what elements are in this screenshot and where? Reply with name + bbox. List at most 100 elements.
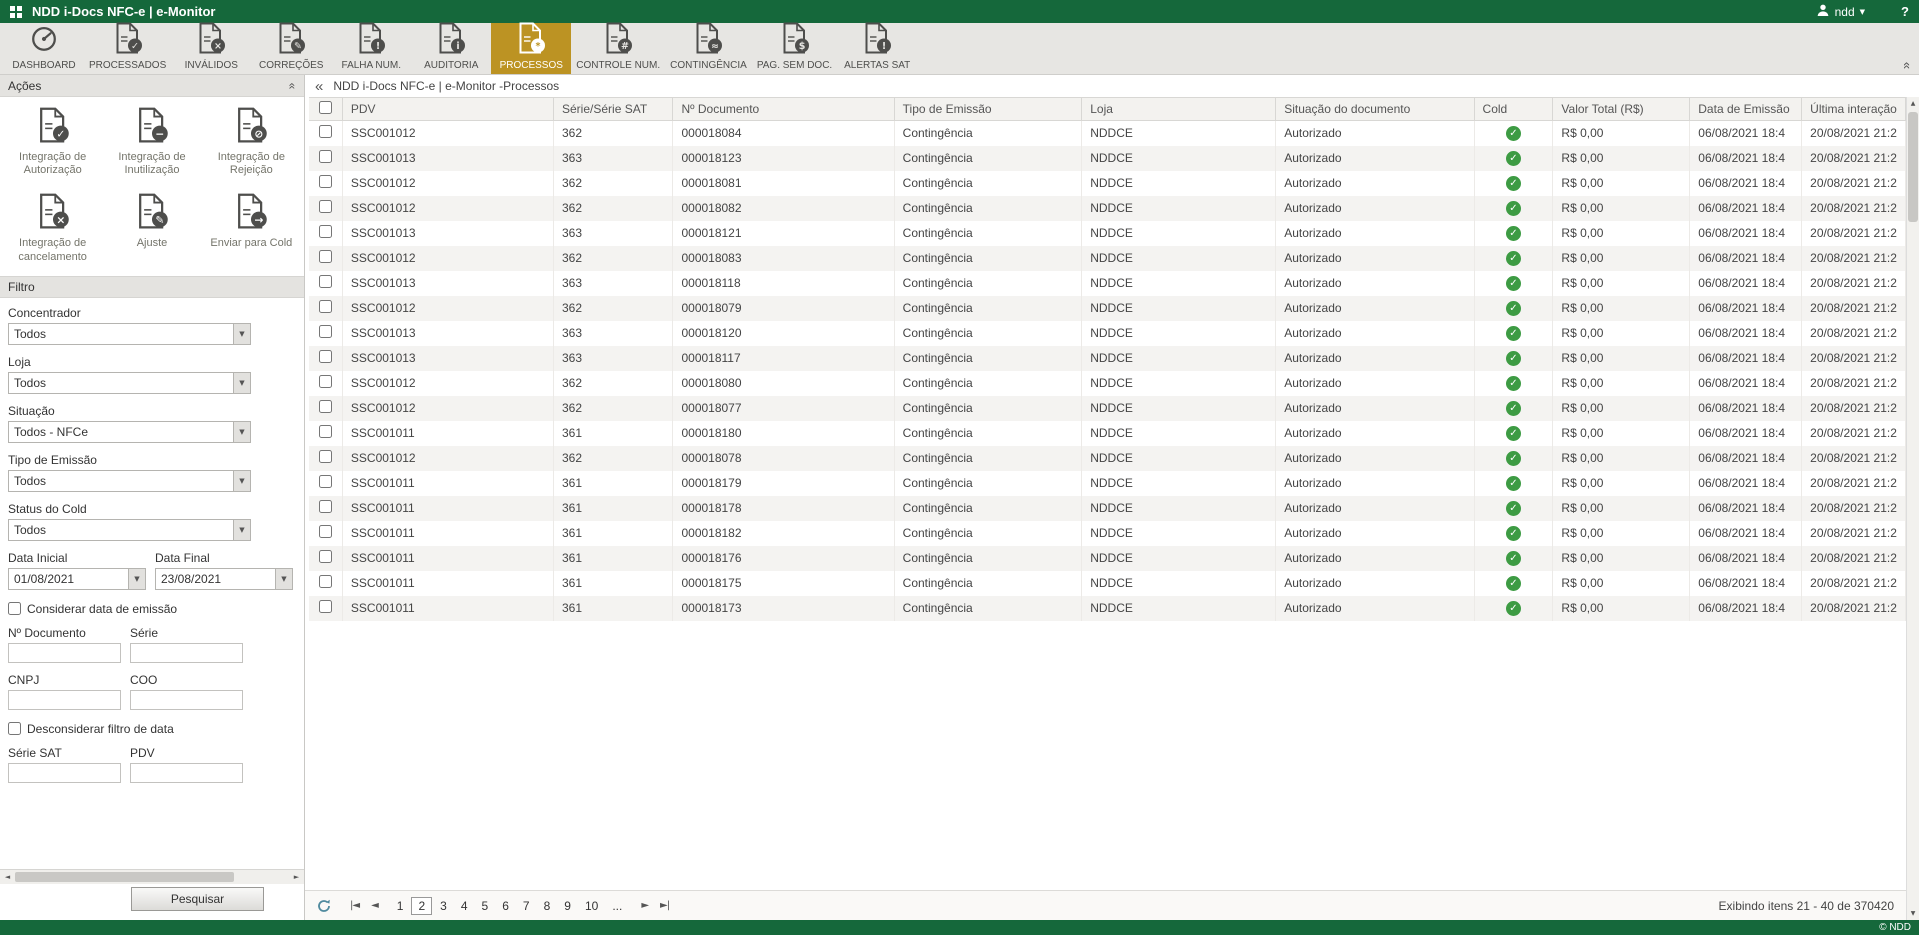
table-row[interactable]: SSC001012362000018078ContingênciaNDDCEAu…	[309, 446, 1906, 471]
refresh-button[interactable]	[317, 899, 331, 913]
page-button-3[interactable]: 3	[434, 898, 453, 914]
row-checkbox[interactable]	[319, 500, 332, 513]
collapse-actions-icon[interactable]: «	[287, 82, 299, 89]
chevron-down-icon[interactable]: ▼	[233, 324, 250, 344]
filter-select-concentrador[interactable]: Todos▼	[8, 323, 251, 345]
table-row[interactable]: SSC001012362000018077ContingênciaNDDCEAu…	[309, 396, 1906, 421]
pdv-input[interactable]	[130, 763, 243, 783]
scrollbar-thumb[interactable]	[1908, 112, 1918, 222]
toolbar-item-correcoes[interactable]: ✎CORREÇÕES	[251, 23, 331, 74]
row-checkbox[interactable]	[319, 350, 332, 363]
action-enviar-para-cold[interactable]: →Enviar para Cold	[203, 193, 300, 263]
toolbar-item-invalidos[interactable]: ×INVÁLIDOS	[171, 23, 251, 74]
table-row[interactable]: SSC001013363000018121ContingênciaNDDCEAu…	[309, 221, 1906, 246]
row-checkbox[interactable]	[319, 475, 332, 488]
column-header-n-documento[interactable]: Nº Documento	[673, 98, 894, 121]
column-header-serie-serie-sat[interactable]: Série/Série SAT	[554, 98, 673, 121]
row-checkbox[interactable]	[319, 550, 332, 563]
page-button-2[interactable]: 2	[411, 897, 432, 915]
collapse-toolbar-icon[interactable]: «	[1901, 62, 1914, 69]
toolbar-item-dashboard[interactable]: DASHBOARD	[4, 23, 84, 74]
apps-grid-icon[interactable]	[10, 6, 22, 18]
chevron-down-icon[interactable]: ▼	[233, 520, 250, 540]
row-checkbox[interactable]	[319, 275, 332, 288]
search-button[interactable]: Pesquisar	[131, 887, 264, 911]
chevron-down-icon[interactable]: ▼	[128, 569, 145, 589]
table-row[interactable]: SSC001013363000018120ContingênciaNDDCEAu…	[309, 321, 1906, 346]
row-checkbox[interactable]	[319, 600, 332, 613]
column-header-pdv[interactable]: PDV	[342, 98, 553, 121]
table-row[interactable]: SSC001013363000018123ContingênciaNDDCEAu…	[309, 146, 1906, 171]
row-checkbox[interactable]	[319, 175, 332, 188]
table-row[interactable]: SSC001011361000018179ContingênciaNDDCEAu…	[309, 471, 1906, 496]
column-header-loja[interactable]: Loja	[1082, 98, 1276, 121]
disregard-date-checkbox[interactable]	[8, 722, 21, 735]
row-checkbox[interactable]	[319, 575, 332, 588]
table-row[interactable]: SSC001013363000018117ContingênciaNDDCEAu…	[309, 346, 1906, 371]
table-row[interactable]: SSC001011361000018182ContingênciaNDDCEAu…	[309, 521, 1906, 546]
row-checkbox[interactable]	[319, 250, 332, 263]
toolbar-item-auditoria[interactable]: iAUDITORIA	[411, 23, 491, 74]
toolbar-item-processados[interactable]: ✓PROCESSADOS	[84, 23, 171, 74]
filter-select-loja[interactable]: Todos▼	[8, 372, 251, 394]
chevron-down-icon[interactable]: ▼	[233, 373, 250, 393]
row-checkbox[interactable]	[319, 525, 332, 538]
cnpj-input[interactable]	[8, 690, 121, 710]
filter-select-situacao[interactable]: Todos - NFCe▼	[8, 421, 251, 443]
table-row[interactable]: SSC001011361000018180ContingênciaNDDCEAu…	[309, 421, 1906, 446]
help-button[interactable]: ?	[1901, 4, 1909, 19]
toolbar-item-controle-num[interactable]: #CONTROLE NUM.	[571, 23, 665, 74]
consider-emission-checkbox[interactable]	[8, 602, 21, 615]
documento-input[interactable]	[8, 643, 121, 663]
column-header-ultima-interacao[interactable]: Última interação	[1802, 98, 1906, 121]
scroll-left-icon[interactable]: ◄	[0, 873, 15, 881]
table-row[interactable]: SSC001012362000018082ContingênciaNDDCEAu…	[309, 196, 1906, 221]
toolbar-item-alertas-sat[interactable]: !ALERTAS SAT	[837, 23, 917, 74]
table-row[interactable]: SSC001011361000018176ContingênciaNDDCEAu…	[309, 546, 1906, 571]
page-button-1[interactable]: 1	[391, 898, 410, 914]
toolbar-item-processos[interactable]: *PROCESSOS	[491, 23, 571, 74]
row-checkbox[interactable]	[319, 225, 332, 238]
collapse-sidebar-icon[interactable]: «	[315, 79, 323, 94]
chevron-down-icon[interactable]: ▼	[275, 569, 292, 589]
action-ajuste[interactable]: ✎Ajuste	[103, 193, 200, 263]
table-row[interactable]: SSC001012362000018081ContingênciaNDDCEAu…	[309, 171, 1906, 196]
page-button-5[interactable]: 5	[476, 898, 495, 914]
column-header-cold[interactable]: Cold	[1474, 98, 1553, 121]
row-checkbox[interactable]	[319, 450, 332, 463]
row-checkbox[interactable]	[319, 325, 332, 338]
page-button-8[interactable]: 8	[538, 898, 557, 914]
filter-select-tipo-de-emissao[interactable]: Todos▼	[8, 470, 251, 492]
scroll-right-icon[interactable]: ►	[289, 873, 304, 881]
row-checkbox[interactable]	[319, 150, 332, 163]
table-vertical-scrollbar[interactable]: ▲ ▼	[1906, 97, 1919, 920]
sidebar-horizontal-scrollbar[interactable]: ◄ ►	[0, 869, 304, 884]
filter-select-status-do-cold[interactable]: Todos▼	[8, 519, 251, 541]
row-checkbox[interactable]	[319, 400, 332, 413]
action-integracao-de-autorizacao[interactable]: ✓Integração de Autorização	[4, 107, 101, 177]
consider-emission-row[interactable]: Considerar data de emissão	[0, 600, 304, 626]
table-row[interactable]: SSC001012362000018084ContingênciaNDDCEAu…	[309, 121, 1906, 146]
toolbar-item-pag-sem-doc[interactable]: $PAG. SEM DOC.	[752, 23, 837, 74]
scroll-up-icon[interactable]: ▲	[1907, 97, 1919, 110]
row-checkbox[interactable]	[319, 200, 332, 213]
table-row[interactable]: SSC001011361000018175ContingênciaNDDCEAu…	[309, 571, 1906, 596]
page-button-9[interactable]: 9	[558, 898, 577, 914]
toolbar-item-falha-num[interactable]: !FALHA NUM.	[331, 23, 411, 74]
table-row[interactable]: SSC001011361000018173ContingênciaNDDCEAu…	[309, 596, 1906, 621]
column-header-tipo-de-emissao[interactable]: Tipo de Emissão	[894, 98, 1082, 121]
action-integracao-de-inutilizacao[interactable]: −Integração de Inutilização	[103, 107, 200, 177]
toolbar-item-contingencia[interactable]: ≈CONTINGÊNCIA	[665, 23, 752, 74]
chevron-down-icon[interactable]: ▼	[233, 422, 250, 442]
table-row[interactable]: SSC001012362000018080ContingênciaNDDCEAu…	[309, 371, 1906, 396]
row-checkbox[interactable]	[319, 375, 332, 388]
page-button-4[interactable]: 4	[455, 898, 474, 914]
serie-input[interactable]	[130, 643, 243, 663]
serie-sat-input[interactable]	[8, 763, 121, 783]
next-page-button[interactable]: ►	[638, 900, 651, 911]
action-integracao-de-cancelamento[interactable]: ×Integração de cancelamento	[4, 193, 101, 263]
scrollbar-thumb[interactable]	[15, 872, 234, 882]
page-button-10[interactable]: 10	[579, 898, 604, 914]
coo-input[interactable]	[130, 690, 243, 710]
action-integracao-de-rejeicao[interactable]: ⊘Integração de Rejeição	[203, 107, 300, 177]
